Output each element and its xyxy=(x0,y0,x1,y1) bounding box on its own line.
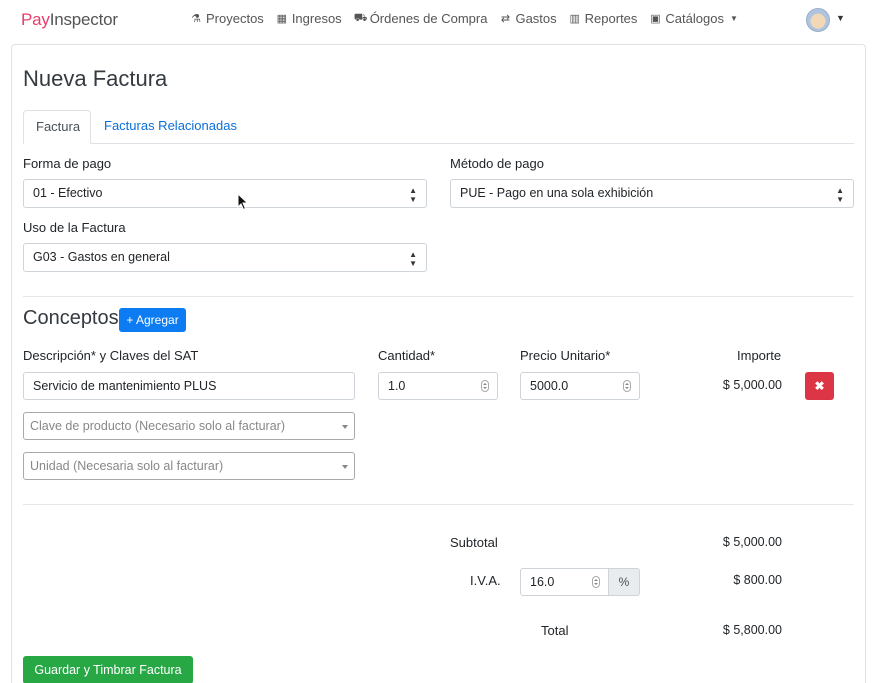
iva-rate-value: 16.0 xyxy=(530,575,555,589)
brand-logo[interactable]: PayInspector xyxy=(21,10,118,30)
select-arrows-icon: ▲ ▼ xyxy=(836,186,844,204)
chevron-down-icon xyxy=(342,425,348,429)
tab-factura[interactable]: Factura xyxy=(23,110,91,144)
page-title: Nueva Factura xyxy=(23,66,168,91)
user-menu-caret-icon[interactable]: ▼ xyxy=(836,13,845,23)
nav-catalogos-dropdown[interactable]: ▣ Catálogos ▼ xyxy=(649,11,738,26)
nav-gastos[interactable]: ⇄ Gastos xyxy=(499,11,557,26)
forma-pago-value: 01 - Efectivo xyxy=(33,186,103,200)
subtotal-label: Subtotal xyxy=(450,535,498,550)
user-avatar[interactable] xyxy=(806,8,830,32)
navbar: PayInspector ⚗ Proyectos ▦ Ingresos ⛟ Ór… xyxy=(0,0,876,40)
delete-concepto-button[interactable]: ✖ xyxy=(805,372,834,400)
divider xyxy=(23,504,854,505)
nav-reportes[interactable]: ▥ Reportes xyxy=(569,11,638,26)
number-spinner-icon[interactable] xyxy=(623,380,631,392)
nav-ordenes-compra[interactable]: ⛟ Órdenes de Compra xyxy=(354,11,488,26)
uso-factura-select[interactable]: G03 - Gastos en general ▲ ▼ xyxy=(23,243,427,272)
brand-inspector: Inspector xyxy=(49,10,118,29)
number-spinner-icon[interactable] xyxy=(592,576,600,588)
metodo-pago-select[interactable]: PUE - Pago en una sola exhibición ▲ ▼ xyxy=(450,179,854,208)
total-value: $ 5,800.00 xyxy=(722,623,782,637)
chevron-down-icon xyxy=(342,465,348,469)
cantidad-header: Cantidad* xyxy=(378,348,436,363)
nav-label: Ingresos xyxy=(291,11,342,26)
uso-factura-value: G03 - Gastos en general xyxy=(33,250,170,264)
brand-pay: Pay xyxy=(21,10,50,29)
iva-rate-input[interactable]: 16.0 xyxy=(520,568,609,596)
uso-factura-label: Uso de la Factura xyxy=(23,220,126,235)
tab-facturas-relacionadas[interactable]: Facturas Relacionadas xyxy=(92,110,249,144)
exchange-icon: ⇄ xyxy=(500,13,511,25)
precio-unitario-input[interactable]: 5000.0 xyxy=(520,372,640,400)
importe-value: $ 5,000.00 xyxy=(722,378,782,392)
importe-header: Importe xyxy=(737,348,782,363)
nav-label: Proyectos xyxy=(206,11,264,26)
flask-icon: ⚗ xyxy=(191,13,201,25)
nav-label: Catálogos xyxy=(665,11,724,26)
nav-label: Gastos xyxy=(515,11,557,26)
close-icon: ✖ xyxy=(814,379,825,393)
nav-ingresos[interactable]: ▦ Ingresos xyxy=(276,11,342,26)
nav-label: Reportes xyxy=(584,11,638,26)
shopping-basket-icon: ⛟ xyxy=(353,11,368,24)
archive-icon: ▣ xyxy=(650,13,661,25)
divider xyxy=(23,296,854,297)
conceptos-title: Conceptos xyxy=(23,307,119,329)
percent-addon: % xyxy=(608,568,640,596)
cantidad-input[interactable]: 1.0 xyxy=(378,372,498,400)
select-arrows-icon: ▲ ▼ xyxy=(409,186,417,204)
descripcion-input[interactable]: Servicio de mantenimiento PLUS xyxy=(23,372,355,400)
save-and-stamp-invoice-button[interactable]: Guardar y Timbrar Factura xyxy=(23,656,193,683)
precio-header: Precio Unitario* xyxy=(520,348,611,363)
metodo-pago-label: Método de pago xyxy=(450,156,544,171)
unidad-combobox[interactable]: Unidad (Necesaria solo al facturar) xyxy=(23,452,355,480)
add-concepto-button[interactable]: + Agregar xyxy=(119,308,186,332)
unidad-placeholder: Unidad (Necesaria solo al facturar) xyxy=(30,459,224,473)
iva-label: I.V.A. xyxy=(470,573,501,588)
iva-value: $ 800.00 xyxy=(733,573,782,587)
subtotal-value: $ 5,000.00 xyxy=(722,535,782,549)
number-spinner-icon[interactable] xyxy=(481,380,489,392)
nav-label: Órdenes de Compra xyxy=(369,11,488,26)
descripcion-value: Servicio de mantenimiento PLUS xyxy=(33,379,217,393)
calculator-icon: ▦ xyxy=(276,13,288,25)
select-arrows-icon: ▲ ▼ xyxy=(409,250,417,268)
clave-producto-combobox[interactable]: Clave de producto (Necesario solo al fac… xyxy=(23,412,355,440)
total-label: Total xyxy=(541,623,569,638)
cantidad-value: 1.0 xyxy=(388,379,406,393)
precio-value: 5000.0 xyxy=(530,379,569,393)
nav-proyectos[interactable]: ⚗ Proyectos xyxy=(190,11,264,26)
main-nav: ⚗ Proyectos ▦ Ingresos ⛟ Órdenes de Comp… xyxy=(190,11,738,26)
forma-pago-label: Forma de pago xyxy=(23,156,112,171)
caret-down-icon: ▼ xyxy=(729,14,738,23)
bar-chart-icon: ▥ xyxy=(569,13,580,25)
descripcion-header: Descripción* y Claves del SAT xyxy=(23,348,199,363)
forma-pago-select[interactable]: 01 - Efectivo ▲ ▼ xyxy=(23,179,427,208)
clave-producto-placeholder: Clave de producto (Necesario solo al fac… xyxy=(30,419,285,433)
metodo-pago-value: PUE - Pago en una sola exhibición xyxy=(460,186,654,200)
